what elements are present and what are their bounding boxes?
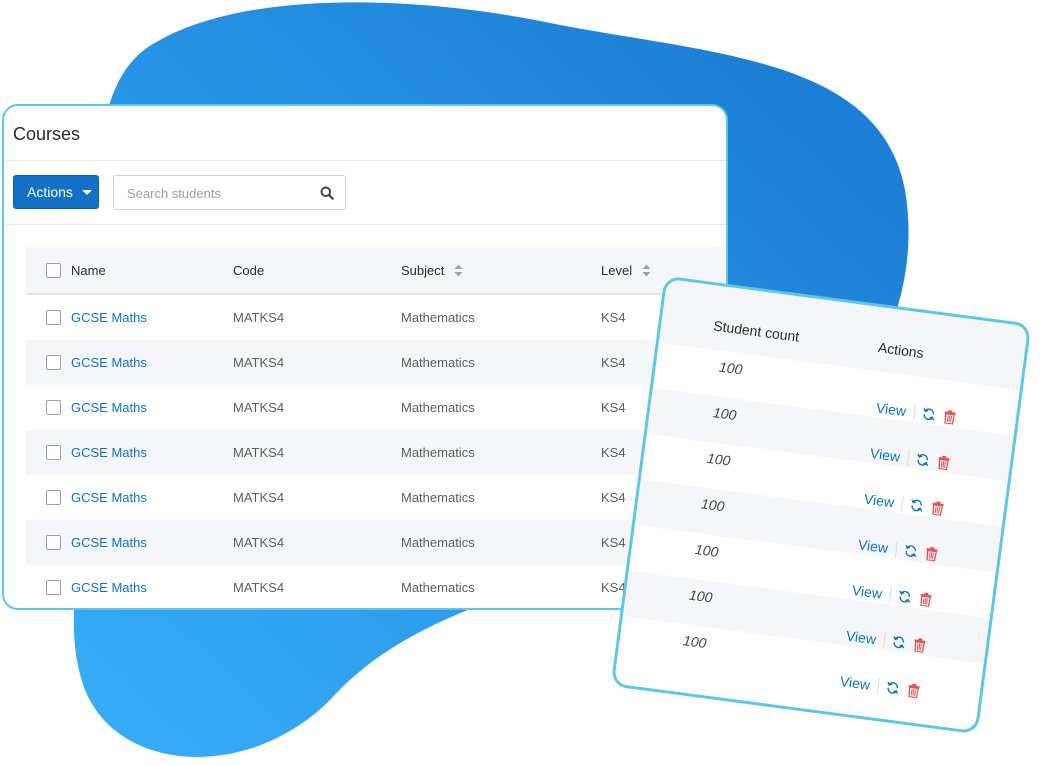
column-header-level-label: Level — [601, 262, 633, 278]
course-name-link[interactable]: GCSE Maths — [71, 535, 147, 550]
search-icon[interactable] — [320, 186, 334, 200]
action-separator — [912, 404, 916, 421]
column-header-actions: Actions — [877, 339, 925, 362]
table-row: GCSE Maths MATKS4 Mathematics KS4 — [26, 430, 726, 475]
column-header-subject[interactable]: Subject — [401, 247, 601, 295]
student-count-card: Student count Actions 100 View 100 View 100 V… — [610, 275, 1032, 735]
action-separator — [876, 678, 880, 695]
actions-button[interactable]: Actions — [13, 175, 99, 209]
view-link[interactable]: View — [851, 582, 883, 602]
refresh-icon[interactable] — [903, 543, 919, 559]
action-separator — [894, 541, 898, 558]
divider — [4, 224, 726, 225]
row-checkbox[interactable] — [46, 580, 61, 595]
student-count: 100 — [712, 404, 738, 424]
view-link[interactable]: View — [857, 536, 889, 556]
courses-table: Name Code Subject Level GCSE Maths MATKS4… — [26, 247, 726, 608]
student-count: 100 — [700, 495, 726, 515]
view-link[interactable]: View — [863, 491, 895, 511]
row-checkbox[interactable] — [46, 535, 61, 550]
column-header-subject-label: Subject — [401, 262, 445, 278]
course-name-link[interactable]: GCSE Maths — [71, 490, 147, 505]
column-header-student-count: Student count — [712, 317, 801, 345]
course-code: MATKS4 — [233, 580, 285, 595]
column-header-code: Code — [233, 247, 401, 295]
course-name-link[interactable]: GCSE Maths — [71, 580, 147, 595]
refresh-icon[interactable] — [891, 634, 907, 650]
refresh-icon[interactable] — [915, 452, 931, 468]
row-checkbox[interactable] — [46, 400, 61, 415]
refresh-icon[interactable] — [909, 498, 925, 514]
column-header-name: Name — [71, 262, 106, 278]
trash-icon[interactable] — [943, 409, 957, 425]
row-checkbox[interactable] — [46, 310, 61, 325]
course-subject: Mathematics — [401, 355, 475, 370]
action-separator — [900, 495, 904, 512]
course-name-link[interactable]: GCSE Maths — [71, 310, 147, 325]
course-name-link[interactable]: GCSE Maths — [71, 400, 147, 415]
table-row: GCSE Maths MATKS4 Mathematics KS4 — [26, 475, 726, 520]
sort-icon[interactable] — [642, 264, 651, 277]
trash-icon[interactable] — [919, 592, 933, 608]
page-title: Courses — [13, 124, 81, 144]
course-subject: Mathematics — [401, 490, 475, 505]
action-separator — [882, 632, 886, 649]
search-input[interactable] — [114, 176, 329, 211]
course-code: MATKS4 — [233, 355, 285, 370]
course-subject: Mathematics — [401, 580, 475, 595]
table-row: GCSE Maths MATKS4 Mathematics KS4 — [26, 385, 726, 430]
actions-button-label: Actions — [27, 184, 73, 200]
student-count: 100 — [718, 358, 744, 378]
trash-icon[interactable] — [913, 637, 927, 653]
sort-icon[interactable] — [454, 264, 463, 277]
row-checkbox[interactable] — [46, 355, 61, 370]
refresh-icon[interactable] — [885, 680, 901, 696]
course-subject: Mathematics — [401, 535, 475, 550]
course-code: MATKS4 — [233, 445, 285, 460]
table-row: GCSE Maths MATKS4 Mathematics KS4 — [26, 340, 726, 385]
row-checkbox[interactable] — [46, 445, 61, 460]
course-code: MATKS4 — [233, 400, 285, 415]
course-code: MATKS4 — [233, 535, 285, 550]
courses-card: Courses Actions Name Code Subject — [2, 104, 728, 610]
student-count: 100 — [694, 541, 720, 560]
table-header-row: Name Code Subject Level — [26, 247, 726, 295]
row-checkbox[interactable] — [46, 490, 61, 505]
search-box[interactable] — [113, 175, 346, 211]
student-count: 100 — [688, 586, 714, 606]
trash-icon[interactable] — [937, 455, 951, 471]
trash-icon[interactable] — [925, 546, 939, 562]
refresh-icon[interactable] — [921, 406, 937, 422]
student-count: 100 — [706, 449, 732, 469]
course-code: MATKS4 — [233, 490, 285, 505]
student-count: 100 — [682, 632, 708, 652]
course-code: MATKS4 — [233, 310, 285, 325]
view-link[interactable]: View — [845, 627, 877, 647]
divider — [4, 160, 726, 161]
course-name-link[interactable]: GCSE Maths — [71, 355, 147, 370]
course-subject: Mathematics — [401, 400, 475, 415]
table-row: GCSE Maths MATKS4 Mathematics KS4 — [26, 520, 726, 565]
caret-down-icon — [81, 190, 92, 195]
action-separator — [906, 450, 910, 467]
trash-icon[interactable] — [907, 683, 921, 699]
course-name-link[interactable]: GCSE Maths — [71, 445, 147, 460]
view-link[interactable]: View — [875, 399, 907, 419]
trash-icon[interactable] — [931, 501, 945, 516]
action-separator — [888, 586, 892, 603]
select-all-checkbox[interactable] — [46, 262, 61, 278]
view-link[interactable]: View — [869, 445, 901, 465]
refresh-icon[interactable] — [897, 589, 913, 605]
table-row: GCSE Maths MATKS4 Mathematics KS4 — [26, 294, 726, 340]
course-subject: Mathematics — [401, 445, 475, 460]
view-link[interactable]: View — [839, 673, 871, 693]
course-subject: Mathematics — [401, 310, 475, 325]
